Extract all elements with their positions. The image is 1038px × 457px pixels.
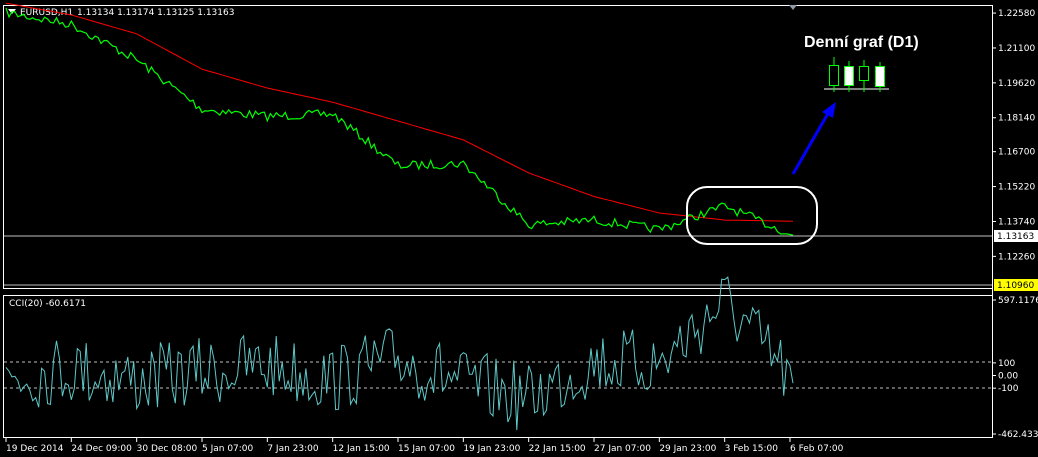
low-price-label: 1.10960 xyxy=(997,281,1034,291)
ohlc-values: 1.13134 1.13174 1.13125 1.13163 xyxy=(77,8,234,18)
current-price-label: 1.13163 xyxy=(997,232,1034,242)
cci-tick-label: 597.1176 xyxy=(998,296,1038,306)
time-tick-label: 12 Jan 15:00 xyxy=(333,444,390,454)
price-tick-label: 1.18140 xyxy=(998,114,1035,124)
symbol-label: EURUSD,H1 xyxy=(20,8,73,18)
price-tick-label: 1.15220 xyxy=(998,183,1035,193)
price-tick-label: 1.12260 xyxy=(998,252,1035,262)
price-tick-label: 1.22580 xyxy=(998,9,1035,19)
time-tick-label: 6 Feb 07:00 xyxy=(790,444,844,454)
annotation-title: Denní graf (D1) xyxy=(804,34,919,51)
time-tick-label: 7 Jan 23:00 xyxy=(267,444,319,454)
time-tick-label: 5 Jan 07:00 xyxy=(202,444,254,454)
time-tick-label: 19 Dec 2014 xyxy=(6,444,64,454)
cci-tick-label: -100 xyxy=(998,384,1019,394)
time-tick-label: 30 Dec 08:00 xyxy=(137,444,198,454)
cci-tick-label: 100 xyxy=(998,359,1015,369)
trading-chart: EURUSD,H1 1.13134 1.13174 1.13125 1.1316… xyxy=(0,0,1038,457)
price-tick-label: 1.16700 xyxy=(998,148,1035,158)
time-tick-label: 19 Jan 23:00 xyxy=(463,444,520,454)
time-tick-label: 29 Jan 23:00 xyxy=(659,444,716,454)
cci-tick-label: -462.4339 xyxy=(998,430,1038,440)
price-tick-label: 1.13740 xyxy=(998,217,1035,227)
time-tick-label: 3 Feb 15:00 xyxy=(725,444,779,454)
time-tick-label: 24 Dec 09:00 xyxy=(71,444,132,454)
time-tick-label: 22 Jan 15:00 xyxy=(529,444,586,454)
cci-title: CCI(20) -60.6171 xyxy=(9,299,86,309)
price-tick-label: 1.21100 xyxy=(998,44,1035,54)
price-tick-label: 1.19620 xyxy=(998,79,1035,89)
cci-tick-label: 0.00 xyxy=(998,372,1018,382)
time-tick-label: 27 Jan 07:00 xyxy=(594,444,651,454)
time-tick-label: 15 Jan 07:00 xyxy=(398,444,455,454)
